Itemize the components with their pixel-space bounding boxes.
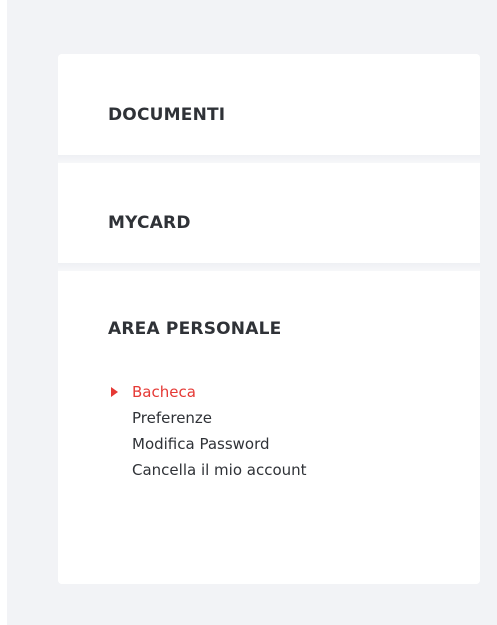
menu-item-preferenze[interactable]: Preferenze bbox=[108, 405, 307, 431]
section-title-documenti[interactable]: DOCUMENTI bbox=[108, 105, 225, 125]
section-title-area-personale[interactable]: AREA PERSONALE bbox=[108, 319, 281, 339]
section-divider bbox=[58, 263, 480, 271]
menu-item-cancella-account[interactable]: Cancella il mio account bbox=[108, 457, 307, 483]
menu-item-label: Bacheca bbox=[132, 383, 196, 401]
caret-right-icon bbox=[111, 387, 118, 397]
section-title-mycard[interactable]: MYCARD bbox=[108, 213, 191, 233]
section-area-personale: AREA PERSONALE Bacheca Preferenze Modifi… bbox=[58, 271, 480, 584]
menu-item-bacheca[interactable]: Bacheca bbox=[108, 379, 307, 405]
menu-item-label: Preferenze bbox=[132, 409, 213, 427]
menu-item-label: Modifica Password bbox=[132, 435, 270, 453]
section-mycard: MYCARD bbox=[58, 163, 480, 263]
menu-item-modifica-password[interactable]: Modifica Password bbox=[108, 431, 307, 457]
page: DOCUMENTI MYCARD AREA PERSONALE Bacheca … bbox=[0, 0, 497, 625]
section-documenti: DOCUMENTI bbox=[58, 54, 480, 155]
area-personale-menu: Bacheca Preferenze Modifica Password Can… bbox=[108, 379, 307, 483]
section-divider bbox=[58, 155, 480, 163]
menu-item-label: Cancella il mio account bbox=[132, 461, 307, 479]
sidebar-menu-card: DOCUMENTI MYCARD AREA PERSONALE Bacheca … bbox=[58, 54, 480, 584]
